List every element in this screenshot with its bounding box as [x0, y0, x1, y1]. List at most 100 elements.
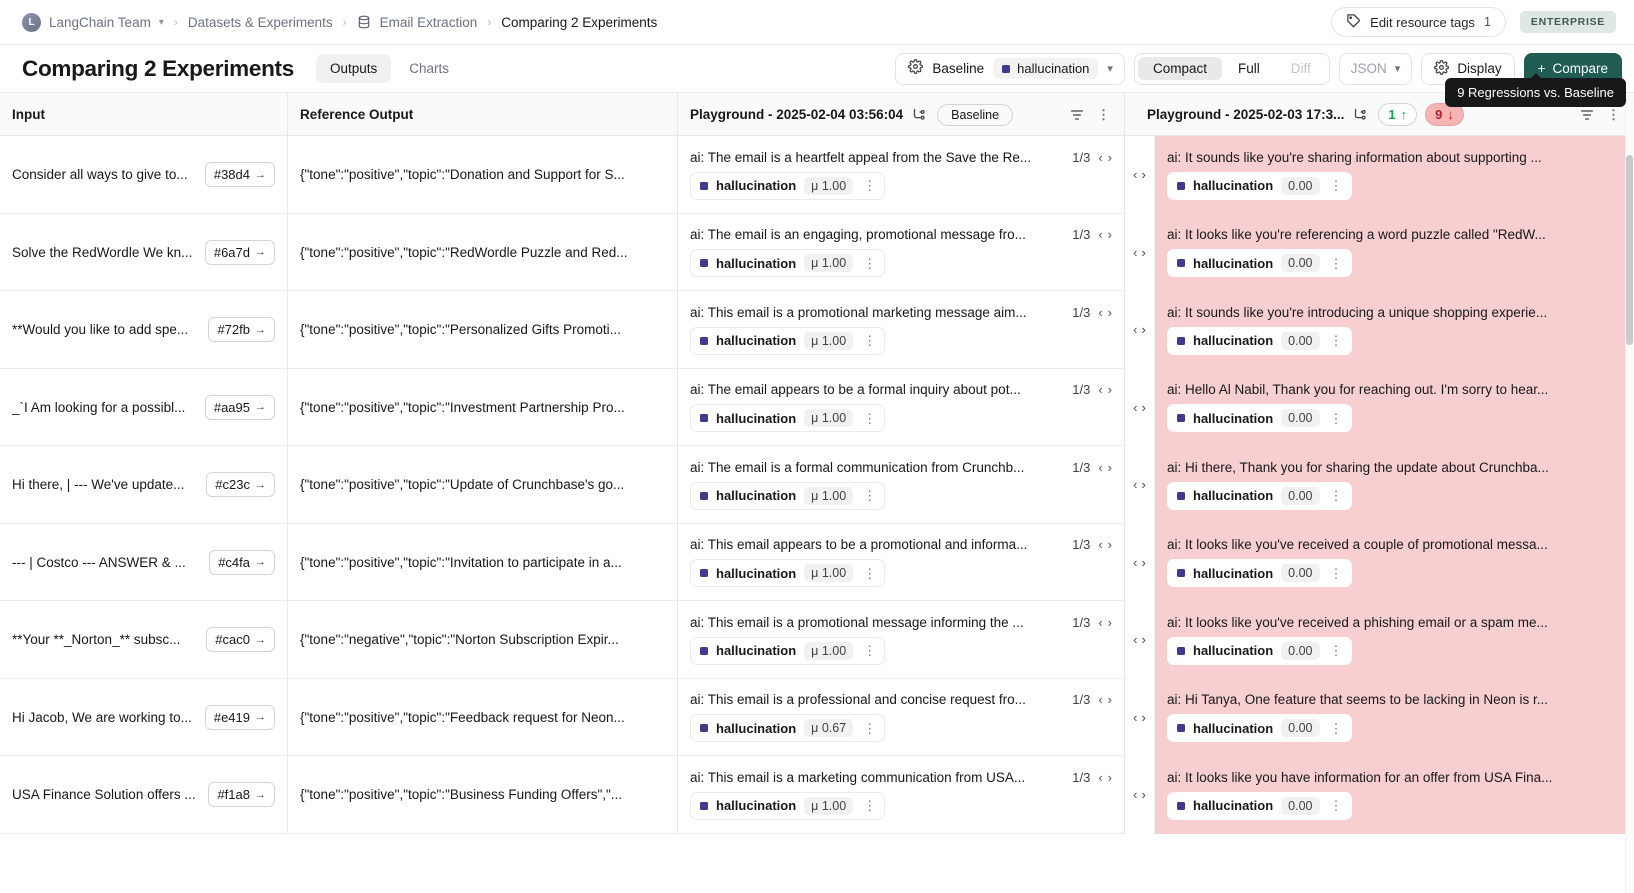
breadcrumb-team[interactable]: LangChain Team	[49, 15, 151, 30]
experiment-2-run-nav[interactable]: ‹ ›	[1125, 368, 1155, 446]
next-run-icon[interactable]: ›	[1108, 151, 1112, 164]
example-hash-badge[interactable]: #38d4 →	[204, 162, 275, 188]
vertical-scrollbar-thumb[interactable]	[1626, 155, 1633, 345]
cell-experiment-2[interactable]: ‹ › ai: It looks like you have informati…	[1125, 756, 1634, 834]
cell-reference-output[interactable]: {"tone":"positive","topic":"RedWordle Pu…	[288, 213, 678, 290]
table-row[interactable]: **Your **_Norton_** subsc... #cac0 → {"t…	[0, 601, 1634, 679]
experiment-2-run-nav[interactable]: ‹ ›	[1125, 136, 1155, 214]
cell-input[interactable]: Hi there, | --- We've update... #c23c →	[0, 446, 288, 523]
cell-experiment-2[interactable]: ‹ › ai: Hi there, Thank you for sharing …	[1125, 446, 1634, 524]
experiment-2-run-nav[interactable]: ‹ ›	[1125, 213, 1155, 291]
json-format-selector[interactable]: JSON ▾	[1338, 52, 1413, 85]
score-menu-icon[interactable]: ⋮	[1328, 644, 1345, 657]
experiment-1-menu-icon[interactable]: ⋮	[1095, 108, 1112, 121]
experiment-2-score-chip[interactable]: hallucination 0.00 ⋮	[1167, 481, 1352, 510]
score-menu-icon[interactable]: ⋮	[1328, 334, 1345, 347]
prev-run-icon[interactable]: ‹	[1098, 693, 1102, 706]
experiment-1-run-nav[interactable]: ‹ ›	[1098, 461, 1112, 474]
prev-run-icon[interactable]: ‹	[1133, 322, 1137, 337]
cell-experiment-1[interactable]: ai: This email is a marketing communicat…	[678, 756, 1125, 833]
experiment-2-score-chip[interactable]: hallucination 0.00 ⋮	[1167, 714, 1352, 743]
score-menu-icon[interactable]: ⋮	[861, 179, 878, 192]
edit-resource-tags-button[interactable]: Edit resource tags 1	[1331, 7, 1506, 37]
experiment-1-run-nav[interactable]: ‹ ›	[1098, 771, 1112, 784]
score-menu-icon[interactable]: ⋮	[1328, 179, 1345, 192]
table-row[interactable]: _`I Am looking for a possibl... #aa95 → …	[0, 368, 1634, 446]
experiment-1-score-chip[interactable]: hallucination μ 1.00 ⋮	[690, 481, 886, 510]
score-menu-icon[interactable]: ⋮	[1328, 257, 1345, 270]
score-menu-icon[interactable]: ⋮	[861, 489, 878, 502]
experiment-1-score-chip[interactable]: hallucination μ 1.00 ⋮	[690, 636, 886, 665]
experiment-1-score-chip[interactable]: hallucination μ 1.00 ⋮	[690, 326, 886, 355]
next-run-icon[interactable]: ›	[1142, 245, 1146, 260]
next-run-icon[interactable]: ›	[1108, 771, 1112, 784]
next-run-icon[interactable]: ›	[1108, 538, 1112, 551]
table-row[interactable]: --- | Costco --- ANSWER & ... #c4fa → {"…	[0, 523, 1634, 601]
table-row[interactable]: USA Finance Solution offers ... #f1a8 → …	[0, 756, 1634, 834]
cell-reference-output[interactable]: {"tone":"positive","topic":"Donation and…	[288, 136, 678, 213]
cell-input[interactable]: _`I Am looking for a possibl... #aa95 →	[0, 368, 288, 445]
breadcrumb-dataset-name[interactable]: Email Extraction	[380, 15, 478, 30]
example-hash-badge[interactable]: #c23c →	[206, 472, 275, 498]
cell-experiment-1[interactable]: ai: The email is a heartfelt appeal from…	[678, 136, 1125, 213]
score-menu-icon[interactable]: ⋮	[861, 799, 878, 812]
next-run-icon[interactable]: ›	[1108, 383, 1112, 396]
experiment-2-run-nav[interactable]: ‹ ›	[1125, 446, 1155, 524]
example-hash-badge[interactable]: #e419 →	[204, 704, 275, 730]
prev-run-icon[interactable]: ‹	[1098, 151, 1102, 164]
table-row[interactable]: Solve the RedWordle We kn... #6a7d → {"t…	[0, 213, 1634, 291]
experiment-1-score-chip[interactable]: hallucination μ 0.67 ⋮	[690, 714, 886, 743]
next-run-icon[interactable]: ›	[1108, 616, 1112, 629]
next-run-icon[interactable]: ›	[1108, 228, 1112, 241]
experiment-1-run-nav[interactable]: ‹ ›	[1098, 538, 1112, 551]
cell-experiment-2[interactable]: ‹ › ai: It looks like you've received a …	[1125, 523, 1634, 601]
cell-input[interactable]: **Your **_Norton_** subsc... #cac0 →	[0, 601, 288, 678]
cell-experiment-2[interactable]: ‹ › ai: It looks like you've received a …	[1125, 601, 1634, 679]
example-hash-badge[interactable]: #f1a8 →	[208, 782, 275, 808]
next-run-icon[interactable]: ›	[1142, 710, 1146, 725]
experiment-1-score-chip[interactable]: hallucination μ 1.00 ⋮	[690, 249, 886, 278]
experiment-1-run-nav[interactable]: ‹ ›	[1098, 693, 1112, 706]
score-menu-icon[interactable]: ⋮	[861, 644, 878, 657]
cell-reference-output[interactable]: {"tone":"positive","topic":"Invitation t…	[288, 523, 678, 600]
cell-experiment-1[interactable]: ai: The email appears to be a formal inq…	[678, 368, 1125, 445]
next-run-icon[interactable]: ›	[1142, 167, 1146, 182]
cell-reference-output[interactable]: {"tone":"positive","topic":"Update of Cr…	[288, 446, 678, 523]
score-menu-icon[interactable]: ⋮	[861, 412, 878, 425]
experiment-1-run-nav[interactable]: ‹ ›	[1098, 383, 1112, 396]
filter-icon[interactable]	[1579, 107, 1595, 123]
example-hash-badge[interactable]: #cac0 →	[206, 627, 275, 653]
baseline-metric-chip[interactable]: hallucination	[993, 58, 1099, 79]
baseline-selector[interactable]: Baseline hallucination ▾	[895, 52, 1125, 85]
next-run-icon[interactable]: ›	[1142, 555, 1146, 570]
experiment-1-score-chip[interactable]: hallucination μ 1.00 ⋮	[690, 404, 886, 433]
next-run-icon[interactable]: ›	[1108, 461, 1112, 474]
experiment-2-run-nav[interactable]: ‹ ›	[1125, 291, 1155, 369]
view-mode-full[interactable]: Full	[1223, 57, 1275, 80]
split-view-icon[interactable]	[912, 107, 927, 122]
example-hash-badge[interactable]: #aa95 →	[204, 394, 275, 420]
table-row[interactable]: Hi there, | --- We've update... #c23c → …	[0, 446, 1634, 524]
next-run-icon[interactable]: ›	[1142, 787, 1146, 802]
experiment-1-run-nav[interactable]: ‹ ›	[1098, 228, 1112, 241]
cell-experiment-2[interactable]: ‹ › ai: It looks like you're referencing…	[1125, 213, 1634, 291]
cell-experiment-2[interactable]: ‹ › ai: Hi Tanya, One feature that seems…	[1125, 678, 1634, 756]
prev-run-icon[interactable]: ‹	[1133, 555, 1137, 570]
cell-reference-output[interactable]: {"tone":"negative","topic":"Norton Subsc…	[288, 601, 678, 678]
table-row[interactable]: Hi Jacob, We are working to... #e419 → {…	[0, 678, 1634, 756]
experiment-2-menu-icon[interactable]: ⋮	[1605, 108, 1622, 121]
example-hash-badge[interactable]: #c4fa →	[209, 549, 275, 575]
cell-reference-output[interactable]: {"tone":"positive","topic":"Personalized…	[288, 291, 678, 368]
prev-run-icon[interactable]: ‹	[1098, 461, 1102, 474]
cell-reference-output[interactable]: {"tone":"positive","topic":"Business Fun…	[288, 756, 678, 833]
experiment-2-run-nav[interactable]: ‹ ›	[1125, 756, 1155, 834]
next-run-icon[interactable]: ›	[1142, 400, 1146, 415]
prev-run-icon[interactable]: ‹	[1133, 477, 1137, 492]
tab-outputs[interactable]: Outputs	[315, 54, 392, 83]
next-run-icon[interactable]: ›	[1142, 477, 1146, 492]
score-menu-icon[interactable]: ⋮	[1328, 489, 1345, 502]
table-row[interactable]: Consider all ways to give to... #38d4 → …	[0, 136, 1634, 214]
cell-experiment-2[interactable]: ‹ › ai: It sounds like you're sharing in…	[1125, 136, 1634, 214]
prev-run-icon[interactable]: ‹	[1133, 710, 1137, 725]
cell-experiment-2[interactable]: ‹ › ai: Hello Al Nabil, Thank you for re…	[1125, 368, 1634, 446]
